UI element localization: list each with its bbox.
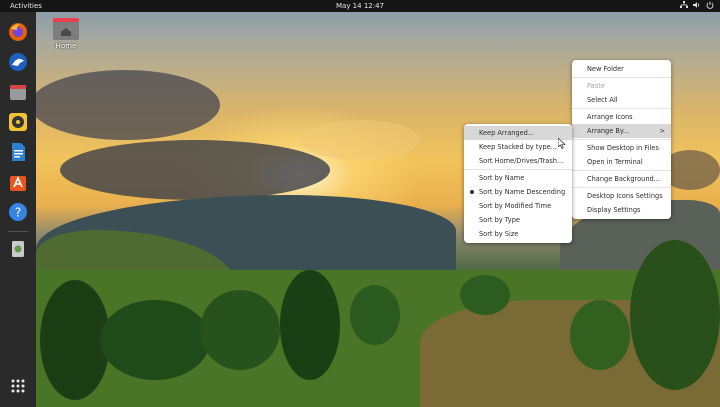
wallpaper-tree (280, 270, 340, 380)
mail-icon[interactable] (6, 50, 30, 74)
writer-icon[interactable] (6, 140, 30, 164)
menu-separator (572, 77, 671, 78)
submenu-item-sort-by-modified-time[interactable]: Sort by Modified Time (464, 199, 572, 213)
menu-item-new-folder[interactable]: New Folder (572, 62, 671, 76)
wallpaper-cloud (60, 140, 330, 200)
radio-selected-icon (470, 190, 474, 194)
wallpaper-cloud (300, 120, 420, 160)
trash-icon[interactable] (6, 236, 30, 260)
submenu-item-keep-arranged[interactable]: Keep Arranged... (464, 126, 572, 140)
menu-item-arrange-by[interactable]: Arrange By... > (572, 124, 671, 138)
menu-item-paste[interactable]: Paste (572, 79, 671, 93)
home-desktop-icon[interactable]: Home (50, 16, 82, 58)
firefox-icon[interactable] (6, 20, 30, 44)
wallpaper-tree (630, 240, 720, 390)
sort-by-name-descending-label: Sort by Name Descending (479, 188, 566, 196)
volume-icon[interactable] (693, 1, 701, 11)
menu-separator (572, 187, 671, 188)
rhythmbox-icon[interactable] (6, 110, 30, 134)
files-icon[interactable] (6, 80, 30, 104)
submenu-item-sort-by-name[interactable]: Sort by Name (464, 171, 572, 185)
power-icon[interactable] (706, 1, 714, 11)
menu-separator (464, 169, 572, 170)
wallpaper-tree (350, 285, 400, 345)
menu-item-arrange-icons[interactable]: Arrange Icons (572, 110, 671, 124)
home-folder-icon (53, 18, 79, 40)
svg-text:?: ? (15, 206, 21, 220)
menu-item-desktop-icons-settings[interactable]: Desktop Icons Settings (572, 189, 671, 203)
network-icon[interactable] (680, 1, 688, 11)
arrange-by-label: Arrange By... (587, 127, 630, 135)
submenu-item-sort-home-drives-trash[interactable]: Sort Home/Drives/Trash... (464, 154, 572, 168)
wallpaper-tree (460, 275, 510, 315)
menu-item-change-background[interactable]: Change Background... (572, 172, 671, 186)
menu-item-display-settings[interactable]: Display Settings (572, 203, 671, 217)
help-icon[interactable]: ? (6, 200, 30, 224)
wallpaper-tree (200, 290, 280, 370)
home-label: Home (55, 42, 77, 50)
submenu-item-sort-by-size[interactable]: Sort by Size (464, 227, 572, 241)
system-tray[interactable] (680, 1, 714, 11)
menu-separator (572, 170, 671, 171)
clock[interactable]: May 14 12:47 (0, 2, 720, 10)
submenu-item-keep-stacked[interactable]: Keep Stacked by type... (464, 140, 572, 154)
wallpaper-tree (570, 300, 630, 370)
show-applications-grid-icon[interactable] (6, 374, 30, 398)
menu-item-show-desktop-in-files[interactable]: Show Desktop in Files (572, 141, 671, 155)
menu-item-open-in-terminal[interactable]: Open in Terminal (572, 155, 671, 169)
submenu-item-sort-by-name-descending[interactable]: Sort by Name Descending (464, 185, 572, 199)
desktop-context-menu: New Folder Paste Select All Arrange Icon… (572, 60, 671, 219)
top-bar: Activities May 14 12:47 (0, 0, 720, 12)
wallpaper-tree (100, 300, 210, 380)
menu-item-select-all[interactable]: Select All (572, 93, 671, 107)
wallpaper-cloud (30, 70, 220, 140)
chevron-right-icon: > (659, 127, 665, 135)
menu-separator (572, 108, 671, 109)
dock: ? (0, 12, 36, 407)
arrange-by-submenu: Keep Arranged... Keep Stacked by type...… (464, 124, 572, 243)
software-center-icon[interactable] (6, 170, 30, 194)
menu-separator (572, 139, 671, 140)
submenu-item-sort-by-type[interactable]: Sort by Type (464, 213, 572, 227)
dock-separator (8, 231, 28, 232)
